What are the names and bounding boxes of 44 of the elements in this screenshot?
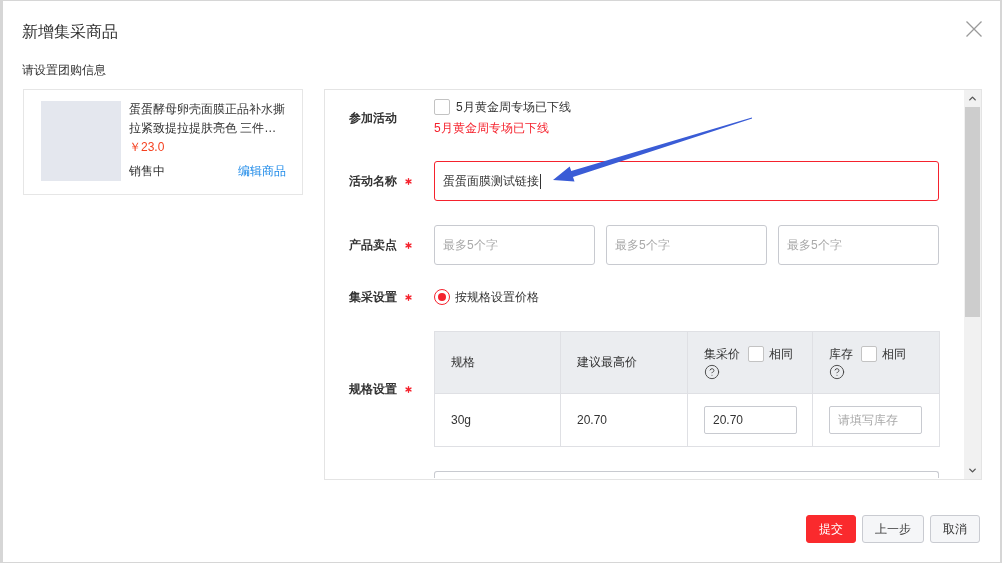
table-cell: 20.70 [560, 393, 688, 447]
secondary-button[interactable]: 取消 [930, 515, 980, 543]
checkbox-label: 相同 [882, 345, 906, 363]
cell-input[interactable]: 20.70 [704, 406, 797, 434]
help-icon[interactable] [704, 363, 720, 380]
product-title: 蛋蛋酵母卵壳面膜正品补水撕拉紧致提拉提肤亮色 三件… [129, 101, 286, 137]
scrollbar-thumb[interactable] [965, 107, 980, 317]
cell-input[interactable]: 请填写库存 [829, 406, 922, 434]
checkbox[interactable] [434, 99, 450, 115]
form-label: 集采设置 [349, 289, 397, 305]
column-title: 集采价 [704, 345, 740, 363]
secondary-button[interactable]: 上一步 [862, 515, 924, 543]
chevron-up-icon [967, 93, 978, 104]
product-status: 销售中 [129, 163, 165, 180]
selling-point-input[interactable]: 最多5个字 [434, 225, 595, 265]
chevron-down-icon [967, 465, 978, 476]
product-price: ￥23.0 [129, 139, 165, 156]
form-label: 规格设置 [349, 381, 397, 397]
selling-point-input[interactable]: 最多5个字 [606, 225, 767, 265]
help-icon[interactable] [829, 363, 845, 380]
table-cell: 30g [434, 393, 561, 447]
close-button[interactable] [966, 21, 982, 37]
checkbox[interactable] [861, 346, 877, 362]
close-icon [966, 21, 982, 37]
checkbox-label: 5月黄金周专场已下线 [456, 99, 571, 115]
activity-name-input[interactable]: 蛋蛋面膜测试链接 [434, 161, 939, 201]
table-header-cell: 规格 [434, 331, 561, 394]
error-message: 5月黄金周专场已下线 [434, 120, 549, 136]
form-label: 活动名称 [349, 173, 397, 189]
section-heading: 请设置团购信息 [22, 62, 106, 79]
scrollbar[interactable] [964, 90, 981, 479]
input-field[interactable] [434, 471, 939, 478]
submit-button[interactable]: 提交 [806, 515, 856, 543]
radio-label: 按规格设置价格 [455, 289, 539, 305]
form-label: 产品卖点 [349, 237, 397, 253]
dialog-title: 新增集采商品 [22, 22, 118, 42]
edit-product-link[interactable]: 编辑商品 [238, 162, 286, 180]
checkbox-label: 相同 [769, 345, 793, 363]
selling-point-input[interactable]: 最多5个字 [778, 225, 939, 265]
column-title: 库存 [829, 345, 853, 363]
checkbox[interactable] [748, 346, 764, 362]
table-header-cell: 建议最高价 [560, 331, 688, 394]
form-label: 参加活动 [349, 109, 397, 126]
radio-button[interactable] [434, 289, 450, 305]
